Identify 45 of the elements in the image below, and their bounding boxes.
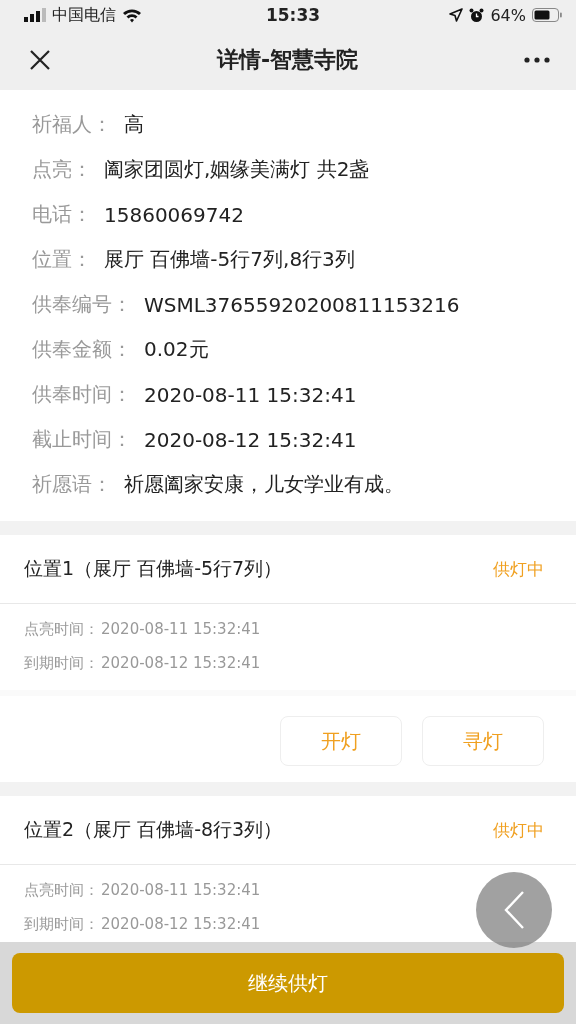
time-label: 点亮时间：: [24, 880, 99, 900]
detail-value: 2020-08-11 15:32:41: [144, 382, 357, 407]
detail-value: 0.02元: [144, 336, 209, 363]
detail-label: 点亮：: [32, 156, 92, 183]
time-label: 点亮时间：: [24, 619, 99, 639]
detail-value: 展厅 百佛墙-5行7列,8行3列: [104, 246, 355, 273]
more-icon[interactable]: [524, 57, 550, 63]
time-label: 到期时间：: [24, 653, 99, 673]
close-icon[interactable]: [29, 49, 51, 71]
detail-label: 供奉编号：: [32, 291, 132, 318]
time-value: 2020-08-11 15:32:41: [101, 881, 261, 899]
carrier-name: 中国电信: [52, 4, 116, 26]
position-title: 位置2（展厅 百佛墙-8行3列）: [24, 817, 283, 842]
time-value: 2020-08-12 15:32:41: [101, 915, 261, 933]
position-title: 位置1（展厅 百佛墙-5行7列）: [24, 556, 283, 581]
battery-icon: [532, 8, 562, 22]
lamp-status: 供灯中: [493, 557, 544, 581]
lamp-status: 供灯中: [493, 818, 544, 842]
detail-value: 高: [124, 111, 144, 138]
location-arrow-icon: [449, 8, 464, 22]
clock-time: 15:33: [265, 5, 321, 25]
time-value: 2020-08-12 15:32:41: [101, 654, 261, 672]
detail-label: 位置：: [32, 246, 92, 273]
back-icon: [503, 890, 525, 930]
lamp-action-button[interactable]: 开灯: [280, 716, 402, 766]
detail-label: 供奉时间：: [32, 381, 132, 408]
time-value: 2020-08-11 15:32:41: [101, 620, 261, 638]
detail-label: 供奉金额：: [32, 336, 132, 363]
page-title: 详情-智慧寺院: [216, 46, 359, 74]
detail-label: 祈福人：: [32, 111, 112, 138]
detail-label: 祈愿语：: [32, 471, 112, 498]
continue-offering-button[interactable]: 继续供灯: [12, 953, 564, 1013]
wifi-icon: [122, 7, 142, 23]
lamp-action-button[interactable]: 寻灯: [422, 716, 544, 766]
detail-value: 阖家团圆灯,姻缘美满灯 共2盏: [104, 156, 370, 183]
detail-label: 电话：: [32, 201, 92, 228]
detail-value: 2020-08-12 15:32:41: [144, 427, 357, 452]
detail-value: WSML37655920200811153216: [144, 292, 460, 317]
time-label: 到期时间：: [24, 914, 99, 934]
detail-value: 15860069742: [104, 202, 244, 227]
detail-label: 截止时间：: [32, 426, 132, 453]
alarm-clock-icon: [469, 7, 485, 23]
detail-value: 祈愿阖家安康，儿女学业有成。: [124, 471, 404, 498]
signal-icon: [24, 8, 46, 22]
battery-percent: 64%: [490, 5, 526, 25]
